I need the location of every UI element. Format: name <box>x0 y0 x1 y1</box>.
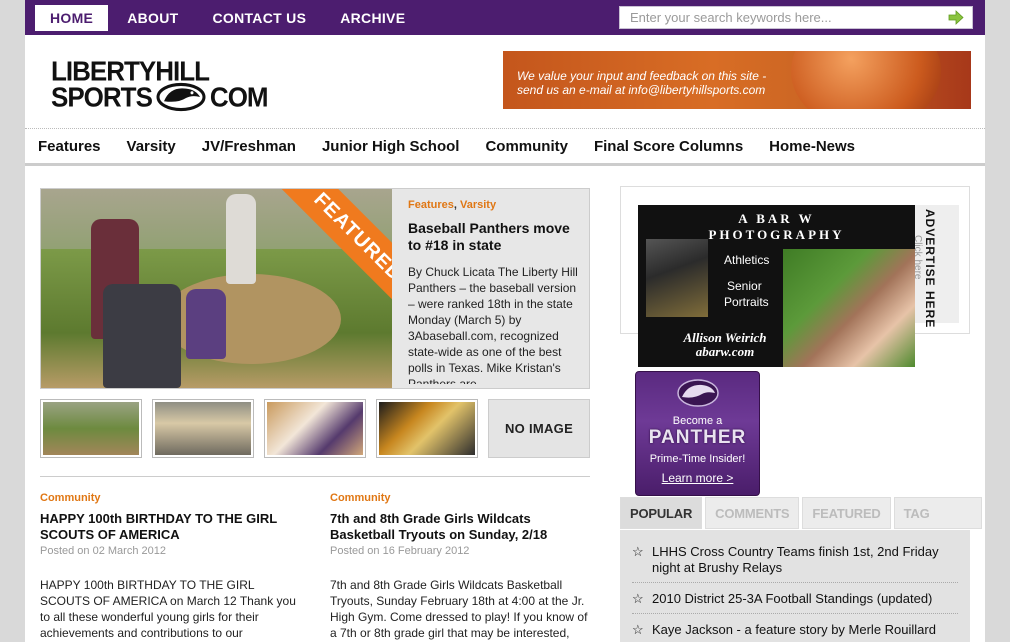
ad-site: abarw.com <box>695 344 755 359</box>
featured-slider: FEATURED Features, Varsity Baseball Pant… <box>40 188 590 389</box>
cat-link-features[interactable]: Features <box>408 199 454 211</box>
promo-line1: Become a <box>672 415 723 427</box>
post-item: Community 7th and 8th Grade Girls Wildca… <box>330 492 588 642</box>
top-nav: HOME ABOUT CONTACT US ARCHIVE <box>35 5 424 31</box>
list-item[interactable]: ☆ LHHS Cross Country Teams finish 1st, 2n… <box>632 536 958 583</box>
tab-featured[interactable]: FEATURED <box>802 497 891 529</box>
ad-senior: Senior <box>727 279 762 293</box>
ad-name: Allison Weirich abarw.com <box>660 331 790 359</box>
ad-athletics: Athletics <box>724 253 770 267</box>
popular-item-title: Kaye Jackson - a feature story by Merle … <box>652 622 936 637</box>
football-player-image <box>646 239 708 317</box>
arrow-right-icon[interactable] <box>948 10 964 25</box>
thumbnail[interactable] <box>40 399 142 458</box>
post-title[interactable]: HAPPY 100th BIRTHDAY TO THE GIRL SCOUTS … <box>40 511 298 543</box>
cat-link-varsity[interactable]: Varsity <box>460 199 496 211</box>
nav-home[interactable]: HOME <box>35 5 109 31</box>
logo-com: COM <box>209 81 269 113</box>
banner-line2: send us an e-mail at info@libertyhillspo… <box>517 83 766 97</box>
promo-line2: PANTHER <box>648 427 747 448</box>
post-category[interactable]: Community <box>330 492 588 504</box>
star-icon: ☆ <box>632 622 644 637</box>
logo-sports: SPORTS <box>51 81 153 113</box>
panther-insider-promo[interactable]: Become a PANTHER Prime-Time Insider! Lea… <box>635 371 760 496</box>
thumbnail[interactable] <box>376 399 478 458</box>
tab-popular[interactable]: POPULAR <box>620 497 703 529</box>
ad-portraits: Portraits <box>724 295 769 309</box>
photography-ad[interactable]: A BAR W PHOTOGRAPHY Athletics Senior Por… <box>638 205 915 367</box>
post-category[interactable]: Community <box>40 492 298 504</box>
star-icon: ☆ <box>632 591 644 606</box>
post-title[interactable]: 7th and 8th Grade Girls Wildcats Basketb… <box>330 511 588 543</box>
learn-more-link[interactable]: Learn more > <box>636 471 759 485</box>
advertise-here-label: ADVERTISE HERE <box>923 209 937 329</box>
featured-excerpt: By Chuck Licata The Liberty Hill Panther… <box>408 265 578 384</box>
nav-archive[interactable]: ARCHIVE <box>325 5 420 31</box>
featured-title[interactable]: Baseball Panthers move to #18 in state <box>408 220 583 254</box>
thumbnail[interactable] <box>152 399 254 458</box>
nav-contact-us[interactable]: CONTACT US <box>197 5 321 31</box>
post-item: Community HAPPY 100th BIRTHDAY TO THE GI… <box>40 492 298 642</box>
post-excerpt: HAPPY 100th BIRTHDAY TO THE GIRL SCOUTS … <box>40 578 296 640</box>
thumbnail-image <box>267 402 363 455</box>
cat-home-news[interactable]: Home-News <box>756 129 868 163</box>
thumbnail-image <box>155 402 251 455</box>
category-nav: Features Varsity JV/Freshman Junior High… <box>25 128 985 166</box>
header: LIBERTYHILL SPORTS COM We value your inp… <box>25 35 985 128</box>
list-item[interactable]: ☆ 2010 District 25-3A Football Standings … <box>632 583 958 614</box>
tab-tag-cloud[interactable]: TAG CLOUD <box>893 497 982 553</box>
cat-junior-high[interactable]: Junior High School <box>309 129 473 163</box>
featured-categories: Features, Varsity <box>408 199 583 211</box>
cat-community[interactable]: Community <box>472 129 581 163</box>
tab-comments[interactable]: COMMENTS <box>705 497 800 529</box>
umpire-figure <box>103 284 181 388</box>
featured-photo[interactable]: FEATURED <box>41 189 392 388</box>
search-input[interactable] <box>620 7 930 28</box>
thumbnail-image <box>379 402 475 455</box>
banner-text: We value your input and feedback on this… <box>517 69 766 97</box>
page: HOME ABOUT CONTACT US ARCHIVE LIBERTYHIL… <box>25 0 985 642</box>
ball-graphic <box>791 51 941 109</box>
popular-item-title: 2010 District 25-3A Football Standings (… <box>652 591 933 606</box>
star-icon: ☆ <box>632 544 644 559</box>
popular-list: ☆ LHHS Cross Country Teams finish 1st, 2n… <box>620 530 970 642</box>
slider-thumbnails: NO IMAGE <box>40 399 590 458</box>
photo-line1: A BAR W <box>738 211 815 226</box>
popular-item-title: LHHS Cross Country Teams finish 1st, 2nd… <box>652 544 939 575</box>
cat-varsity[interactable]: Varsity <box>114 129 189 163</box>
fielder-figure <box>186 289 226 359</box>
site-logo[interactable]: LIBERTYHILL SPORTS COM <box>51 55 291 115</box>
pitcher-figure <box>226 194 256 284</box>
sidebar-ad-box: A BAR W PHOTOGRAPHY Athletics Senior Por… <box>620 186 970 367</box>
list-item[interactable]: ☆ Kaye Jackson - a feature story by Merle… <box>632 614 958 642</box>
top-bar: HOME ABOUT CONTACT US ARCHIVE <box>25 0 985 35</box>
post-excerpt: 7th and 8th Grade Girls Wildcats Basketb… <box>330 578 588 640</box>
portrait-image <box>783 249 915 367</box>
post-date: Posted on 16 February 2012 <box>330 545 470 557</box>
panther-head-icon <box>676 379 719 407</box>
feedback-banner-ad[interactable]: We value your input and feedback on this… <box>503 51 971 109</box>
logo-line2: SPORTS COM <box>51 81 291 113</box>
nav-about[interactable]: ABOUT <box>112 5 193 31</box>
cat-final-score[interactable]: Final Score Columns <box>581 129 756 163</box>
panther-icon <box>156 82 206 112</box>
sidebar-tabs: POPULAR COMMENTS FEATURED TAG CLOUD <box>620 497 985 553</box>
no-image-thumbnail[interactable]: NO IMAGE <box>488 399 590 458</box>
ad-person-name: Allison Weirich <box>683 330 767 345</box>
thumbnail-image <box>43 402 139 455</box>
click-here-label: Click here <box>912 235 923 280</box>
thumbnail[interactable] <box>264 399 366 458</box>
cat-features[interactable]: Features <box>25 129 114 163</box>
promo-line3: Prime-Time Insider! <box>649 453 746 465</box>
cat-jv-freshman[interactable]: JV/Freshman <box>189 129 309 163</box>
search-box <box>619 6 973 29</box>
banner-line1: We value your input and feedback on this… <box>517 69 767 83</box>
featured-info: Features, Varsity Baseball Panthers move… <box>408 199 583 384</box>
advertise-here-tab[interactable]: ADVERTISE HERE Click here <box>912 205 959 328</box>
section-divider <box>40 476 590 477</box>
logo-line1: LIBERTYHILL <box>51 55 210 87</box>
post-date: Posted on 02 March 2012 <box>40 545 166 557</box>
